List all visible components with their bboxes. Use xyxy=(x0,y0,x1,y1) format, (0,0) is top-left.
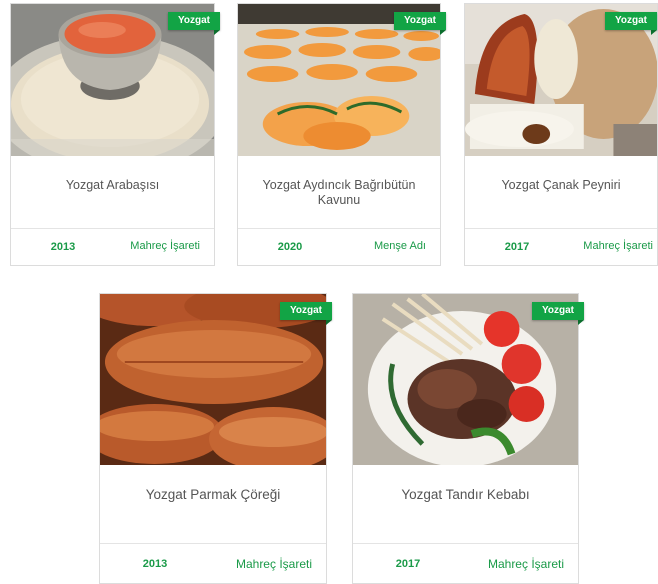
product-card-arabasi[interactable]: Yozgat Yozgat Arabaşısı 2013 Mahreç İşar… xyxy=(10,3,221,266)
region-badge: Yozgat xyxy=(604,12,658,35)
product-meta: 2017 Mahreç İşareti xyxy=(353,543,578,583)
product-title[interactable]: Yozgat Çanak Peyniri xyxy=(465,178,657,193)
product-card-canak-peyniri[interactable]: Yozgat Yozgat Çanak Peyniri 2017 Mahreç … xyxy=(464,3,658,266)
region-badge: Yozgat xyxy=(393,12,447,35)
product-title[interactable]: Yozgat Arabaşısı xyxy=(11,178,214,193)
product-meta: 2017 Mahreç İşareti xyxy=(465,228,657,265)
registration-year: 2013 xyxy=(50,241,76,253)
product-title[interactable]: Yozgat Tandır Kebabı xyxy=(353,487,578,502)
product-meta: 2013 Mahreç İşareti xyxy=(100,543,326,583)
indication-type: Mahreç İşareti xyxy=(130,240,200,252)
registration-year: 2020 xyxy=(277,241,303,253)
product-meta: 2020 Menşe Adı xyxy=(238,228,440,265)
registration-year: 2017 xyxy=(395,558,421,570)
indication-type: Mahreç İşareti xyxy=(487,557,564,571)
region-badge: Yozgat xyxy=(531,302,585,325)
product-card-tandir-kebabi[interactable]: Yozgat Yozgat Tandır Kebabı 2017 Mahreç … xyxy=(352,293,585,584)
product-title[interactable]: Yozgat Parmak Çöreği xyxy=(100,487,326,502)
indication-type: Mahreç İşareti xyxy=(235,557,312,571)
registration-year: 2017 xyxy=(504,241,530,253)
product-title[interactable]: Yozgat Aydıncık Bağrıbütün Kavunu xyxy=(238,178,440,208)
region-badge: Yozgat xyxy=(279,302,333,325)
registration-year: 2013 xyxy=(142,558,168,570)
indication-type: Menşe Adı xyxy=(374,240,426,252)
product-card-kavun[interactable]: Yozgat Yozgat Aydıncık Bağrıbütün Kavunu… xyxy=(237,3,447,266)
product-meta: 2013 Mahreç İşareti xyxy=(11,228,214,265)
indication-type: Mahreç İşareti xyxy=(583,240,653,252)
region-badge: Yozgat xyxy=(167,12,221,35)
product-card-parmak-coregi[interactable]: Yozgat Yozgat Parmak Çöreği 2013 Mahreç … xyxy=(99,293,333,584)
